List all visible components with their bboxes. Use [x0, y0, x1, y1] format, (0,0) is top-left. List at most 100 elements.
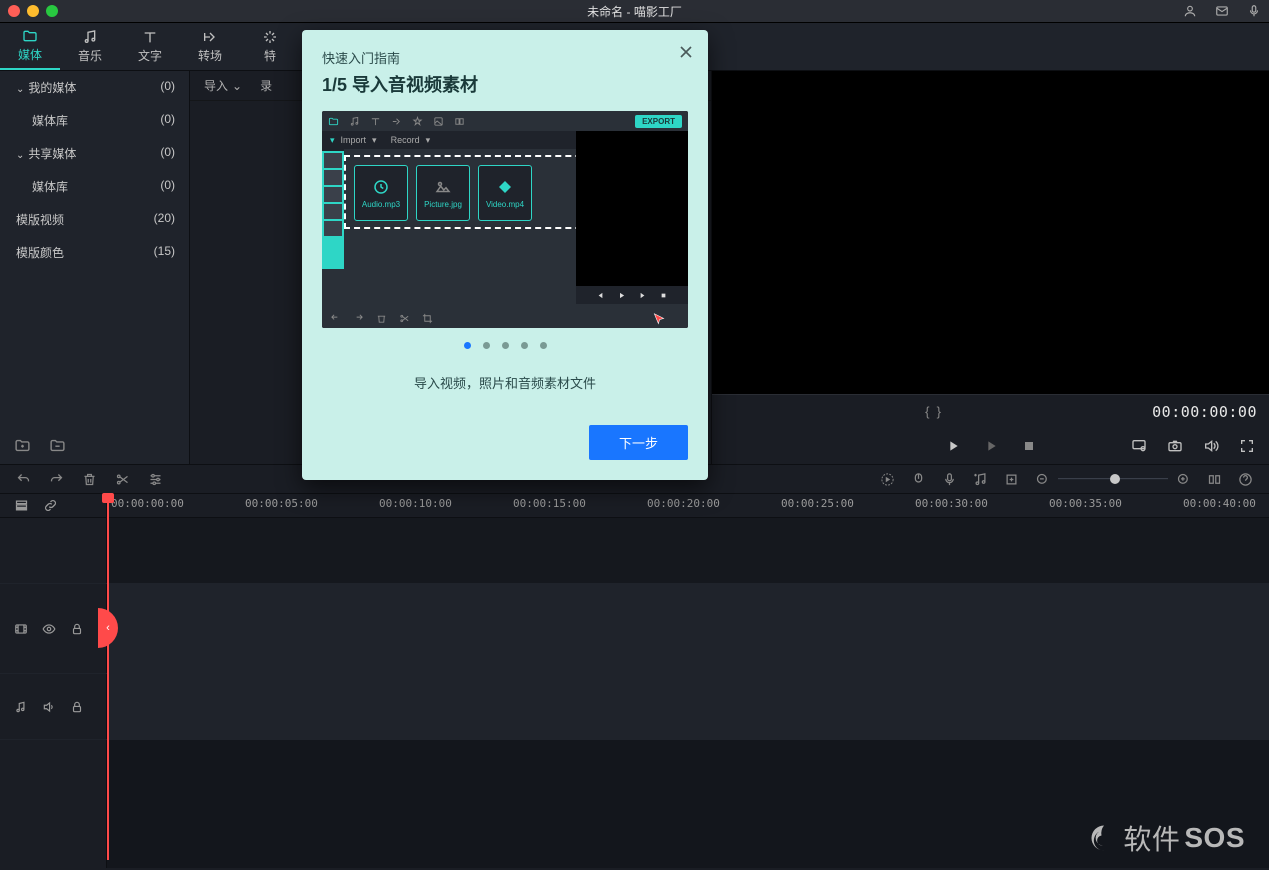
mini-export-button: EXPORT	[635, 115, 682, 128]
play-forward-icon[interactable]	[983, 438, 999, 454]
sidebar-item-my-media[interactable]: ⌄我的媒体(0)	[0, 71, 189, 104]
mini-folder-icon	[328, 116, 339, 127]
sidebar-item-template-video[interactable]: 模版视频(20)	[0, 203, 189, 236]
mini-play-icon	[617, 291, 626, 300]
zoom-slider[interactable]	[1035, 472, 1191, 487]
mini-star-icon	[412, 116, 423, 127]
snapshot-icon[interactable]	[1167, 438, 1183, 454]
split-icon[interactable]	[115, 472, 130, 487]
ruler-tick: 00:00:20:00	[647, 497, 720, 510]
tab-text[interactable]: 文字	[120, 23, 180, 70]
next-button[interactable]: 下一步	[589, 425, 688, 460]
new-folder-icon[interactable]	[14, 437, 31, 454]
undo-icon[interactable]	[16, 472, 31, 487]
tab-text-label: 文字	[138, 47, 162, 64]
play-icon[interactable]	[945, 438, 961, 454]
sidebar-item-library1[interactable]: 媒体库(0)	[0, 104, 189, 137]
redo-icon[interactable]	[49, 472, 64, 487]
dot-4[interactable]	[521, 342, 528, 349]
zoom-out-icon[interactable]	[1035, 472, 1050, 487]
maximize-window-icon[interactable]	[46, 5, 58, 17]
mini-trash-icon	[376, 313, 387, 324]
sidebar-item-template-color[interactable]: 模版颜色(15)	[0, 236, 189, 269]
pagination-dots	[322, 342, 688, 349]
fullscreen-icon[interactable]	[1239, 438, 1255, 454]
mini-preview	[576, 131, 688, 286]
mail-icon[interactable]	[1215, 4, 1229, 18]
stack-icon[interactable]	[14, 498, 29, 513]
tab-media[interactable]: 媒体	[0, 23, 60, 70]
mini-image-icon	[433, 116, 444, 127]
mini-music-icon	[349, 116, 360, 127]
media-sidebar: ⌄我的媒体(0) 媒体库(0) ⌄共享媒体(0) 媒体库(0) 模版视频(20)…	[0, 71, 190, 464]
delete-icon[interactable]	[82, 472, 97, 487]
marker-icon[interactable]	[911, 472, 926, 487]
preview-panel: { } 00:00:00:00	[712, 71, 1269, 464]
music-track-icon[interactable]	[14, 700, 28, 714]
mute-icon[interactable]	[42, 700, 56, 714]
tab-music[interactable]: 音乐	[60, 23, 120, 70]
audio-mixer-icon[interactable]	[973, 472, 988, 487]
filmstrip-icon[interactable]	[14, 622, 28, 636]
mini-next-icon	[638, 291, 647, 300]
ruler-tick: 00:00:25:00	[781, 497, 854, 510]
ruler-tick: 00:00:40:00	[1183, 497, 1256, 510]
playhead[interactable]	[107, 494, 109, 860]
preview-viewport[interactable]	[712, 71, 1269, 394]
mini-video-file: Video.mp4	[478, 165, 532, 221]
zoom-fit-icon[interactable]	[1207, 472, 1222, 487]
track-overlay[interactable]	[0, 518, 1269, 584]
monitor-settings-icon[interactable]	[1131, 438, 1147, 454]
render-icon[interactable]	[880, 472, 895, 487]
mini-stop-icon	[659, 291, 668, 300]
bracket-icon: { }	[925, 404, 941, 419]
mini-crop-icon	[422, 313, 433, 324]
sidebar-item-shared[interactable]: ⌄共享媒体(0)	[0, 137, 189, 170]
mini-scissors-icon	[399, 313, 410, 324]
mini-audio-file: Audio.mp3	[354, 165, 408, 221]
record-dropdown[interactable]: 录	[260, 77, 272, 94]
timeline-ruler[interactable]: 00:00:00:00 00:00:05:00 00:00:10:00 00:0…	[0, 494, 1269, 518]
chevron-down-icon: ⌄	[16, 150, 24, 161]
close-window-icon[interactable]	[8, 5, 20, 17]
ruler-tick: 00:00:10:00	[379, 497, 452, 510]
modal-description: 导入视频，照片和音频素材文件	[322, 373, 688, 392]
close-icon[interactable]	[676, 42, 696, 62]
chevron-down-icon: ⌄	[16, 84, 24, 95]
preview-controls	[712, 428, 1269, 464]
delete-folder-icon[interactable]	[49, 437, 66, 454]
tab-effect[interactable]: 特	[240, 23, 300, 70]
user-icon[interactable]	[1183, 4, 1197, 18]
mic-badge-icon[interactable]	[1247, 4, 1261, 18]
dot-3[interactable]	[502, 342, 509, 349]
import-dropdown[interactable]: 导入 ⌄	[204, 77, 242, 94]
zoom-in-icon[interactable]	[1176, 472, 1191, 487]
crop-icon[interactable]	[1004, 472, 1019, 487]
voiceover-icon[interactable]	[942, 472, 957, 487]
tab-media-label: 媒体	[18, 46, 42, 63]
mini-caret-icon: ▾	[330, 135, 335, 146]
sidebar-item-library2[interactable]: 媒体库(0)	[0, 170, 189, 203]
tab-transition[interactable]: 转场	[180, 23, 240, 70]
link-icon[interactable]	[43, 498, 58, 513]
minimize-window-icon[interactable]	[27, 5, 39, 17]
lock-icon[interactable]	[70, 622, 84, 636]
volume-icon[interactable]	[1203, 438, 1219, 454]
dot-1[interactable]	[464, 342, 471, 349]
adjust-icon[interactable]	[148, 472, 163, 487]
stop-icon[interactable]	[1021, 438, 1037, 454]
mini-split-icon	[454, 116, 465, 127]
dot-5[interactable]	[540, 342, 547, 349]
track-audio[interactable]	[0, 674, 1269, 740]
mini-prev-icon	[596, 291, 605, 300]
lock-icon[interactable]	[70, 700, 84, 714]
modal-title: 1/5 导入音视频素材	[322, 71, 688, 97]
onboarding-modal: 快速入门指南 1/5 导入音视频素材 EXPORT ▾ Import▾ Reco…	[302, 30, 708, 480]
track-video[interactable]	[0, 584, 1269, 674]
ruler-tick: 00:00:05:00	[245, 497, 318, 510]
help-icon[interactable]	[1238, 472, 1253, 487]
visibility-icon[interactable]	[42, 622, 56, 636]
dot-2[interactable]	[483, 342, 490, 349]
mini-redo-icon	[353, 313, 364, 324]
mini-text-icon	[370, 116, 381, 127]
